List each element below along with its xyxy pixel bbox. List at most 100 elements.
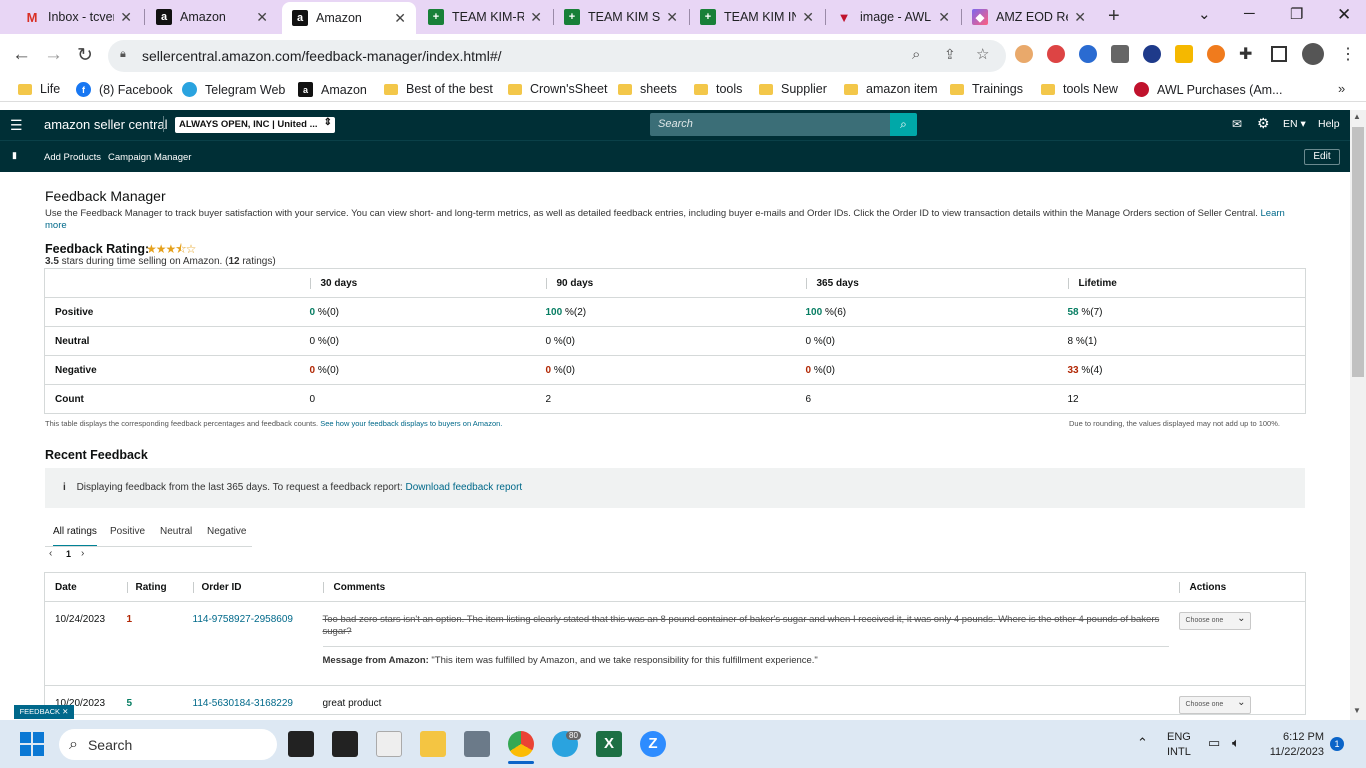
bookmark-star-icon[interactable]: ☆ — [976, 45, 989, 63]
close-icon[interactable]: ✕ — [1074, 9, 1086, 26]
bookmark-6[interactable]: sheets — [618, 82, 677, 96]
action-dropdown[interactable]: Choose one — [1178, 612, 1251, 630]
scroll-up-icon[interactable]: ▲ — [1353, 112, 1361, 121]
tab-amazon-1[interactable]: a Amazon ✕ — [146, 0, 278, 34]
extension-icon[interactable] — [1175, 45, 1193, 63]
file-explorer-icon[interactable] — [420, 731, 446, 757]
seller-central-logo[interactable]: amazon seller central — [44, 117, 168, 132]
new-tab-button[interactable]: + — [1108, 5, 1120, 28]
search-button[interactable]: ⌕ — [890, 113, 917, 136]
edit-nav-button[interactable]: Edit — [1304, 149, 1340, 165]
tray-chevron-up-icon[interactable]: ⌃ — [1137, 735, 1148, 751]
bookmark-1[interactable]: f (8) Facebook — [76, 82, 173, 97]
bookmark-7[interactable]: tools — [694, 82, 742, 96]
see-how-feedback-displays-link[interactable]: See how your feedback displays to buyers… — [320, 419, 502, 428]
extension-icon[interactable] — [1079, 45, 1097, 63]
bookmark-2[interactable]: Telegram Web — [182, 82, 285, 97]
tab-sheets-2[interactable]: + TEAM KIM S ✕ — [554, 0, 688, 34]
hamburger-menu-icon[interactable]: ☰ — [10, 117, 23, 134]
mail-icon[interactable]: ✉ — [1232, 117, 1242, 131]
account-switcher[interactable]: ALWAYS OPEN, INC | United ... ⇕ — [175, 117, 335, 133]
zoom-app-icon[interactable]: Z — [640, 731, 666, 757]
extension-icon[interactable] — [1207, 45, 1225, 63]
profile-avatar[interactable] — [1302, 43, 1324, 65]
back-icon[interactable]: ← — [12, 44, 31, 66]
share-icon[interactable]: ⇪ — [944, 46, 956, 63]
more-bookmarks-icon[interactable]: » — [1338, 81, 1345, 96]
scroll-down-icon[interactable]: ▼ — [1353, 706, 1361, 715]
excel-icon[interactable]: X — [596, 731, 622, 757]
filter-tab-neutral[interactable]: Neutral — [160, 526, 192, 537]
scrollbar-thumb[interactable] — [1352, 127, 1364, 377]
bookmark-11[interactable]: tools New — [1041, 82, 1118, 96]
bookmark-10[interactable]: Trainings — [950, 82, 1023, 96]
help-link[interactable]: Help — [1318, 118, 1340, 130]
bookmark-5[interactable]: Crown'sSheet — [508, 82, 607, 96]
filter-tab-positive[interactable]: Positive — [110, 526, 145, 537]
restore-button[interactable]: ❐ — [1290, 5, 1303, 23]
extension-icon[interactable] — [1047, 45, 1065, 63]
forward-icon[interactable]: → — [44, 44, 63, 66]
tab-clickup[interactable]: ◆ AMZ EOD Re ✕ — [962, 0, 1096, 34]
extension-icon[interactable] — [1015, 45, 1033, 63]
language-selector[interactable]: EN ▾ — [1283, 118, 1306, 130]
close-icon[interactable]: ✕ — [120, 9, 132, 26]
close-icon[interactable]: ✕ — [666, 9, 678, 26]
menu-kebab-icon[interactable]: ⋮ — [1340, 44, 1356, 64]
action-dropdown[interactable]: Choose one — [1178, 696, 1251, 714]
close-icon[interactable]: ✕ — [802, 9, 814, 26]
tab-sheets-3[interactable]: + TEAM KIM IN ✕ — [690, 0, 824, 34]
prev-page-icon[interactable]: ‹ — [49, 548, 52, 559]
language-indicator[interactable]: ENG INTL — [1167, 730, 1191, 760]
calculator-icon[interactable] — [464, 731, 490, 757]
close-icon[interactable]: ✕ — [938, 9, 950, 26]
notification-badge[interactable]: 1 — [1330, 737, 1344, 751]
tab-gmail[interactable]: M Inbox - tcver ✕ — [14, 0, 142, 34]
bookmark-9[interactable]: amazon item — [844, 82, 938, 96]
nav-campaign-manager[interactable]: Campaign Manager — [108, 152, 191, 163]
table-header-row: Date Rating Order ID Comments Actions — [44, 572, 1306, 602]
app-icon[interactable] — [288, 731, 314, 757]
bookmark-0[interactable]: Life — [18, 82, 60, 96]
close-icon[interactable]: ✕ — [530, 9, 542, 26]
order-id-link[interactable]: 114-9758927-2958609 — [193, 614, 293, 625]
bookmark-8[interactable]: Supplier — [759, 82, 827, 96]
page-number[interactable]: 1 — [66, 549, 71, 559]
extension-icon[interactable] — [1143, 45, 1161, 63]
tab-sheets-1[interactable]: + TEAM KIM-R ✕ — [418, 0, 552, 34]
windows-start-icon[interactable] — [20, 732, 44, 756]
address-bar[interactable]: 🔒︎ sellercentral.amazon.com/feedback-man… — [108, 40, 1006, 72]
feedback-widget-tab[interactable]: FEEDBACK ✕ — [14, 705, 74, 719]
clock[interactable]: 6:12 PM 11/22/2023 — [1262, 730, 1324, 760]
tab-amazon-active[interactable]: a Amazon ✕ — [282, 2, 416, 34]
chrome-icon[interactable] — [508, 731, 534, 757]
extension-off-icon[interactable] — [1111, 45, 1129, 63]
close-window-button[interactable]: ✕ — [1337, 5, 1351, 25]
filter-tab-negative[interactable]: Negative — [207, 526, 246, 537]
network-icon[interactable]: ▭ — [1208, 735, 1220, 751]
taskbar-search[interactable]: ⌕ Search — [59, 729, 277, 760]
filter-tab-all-ratings[interactable]: All ratings — [53, 526, 97, 547]
gear-icon[interactable]: ⚙ — [1257, 115, 1270, 132]
bookmark-icon[interactable]: ▮ — [12, 150, 17, 161]
zoom-icon[interactable]: ⌕ — [912, 46, 920, 63]
search-input[interactable]: Search — [650, 113, 890, 136]
volume-icon[interactable]: 🔈︎ — [1232, 735, 1240, 751]
reload-icon[interactable]: ↻ — [77, 44, 93, 67]
app-icon[interactable] — [332, 731, 358, 757]
close-icon[interactable]: ✕ — [256, 9, 268, 26]
order-id-link[interactable]: 114-5630184-3168229 — [193, 698, 293, 709]
next-page-icon[interactable]: › — [81, 548, 84, 559]
side-panel-icon[interactable] — [1271, 46, 1287, 62]
puzzle-icon[interactable]: ✚ — [1239, 44, 1252, 64]
minimize-button[interactable]: ─ — [1244, 5, 1255, 22]
nav-add-products[interactable]: Add Products — [44, 152, 101, 163]
app-icon[interactable] — [376, 731, 402, 757]
download-feedback-report-link[interactable]: Download feedback report — [405, 482, 522, 493]
bookmark-3[interactable]: a Amazon — [298, 82, 367, 97]
bookmark-12[interactable]: AWL Purchases (Am... — [1134, 82, 1283, 97]
tab-search-icon[interactable]: ⌄ — [1198, 5, 1211, 23]
close-icon[interactable]: ✕ — [394, 10, 406, 27]
bookmark-4[interactable]: Best of the best — [384, 82, 493, 96]
tab-awl[interactable]: ▼ image - AWL ✕ — [826, 0, 960, 34]
